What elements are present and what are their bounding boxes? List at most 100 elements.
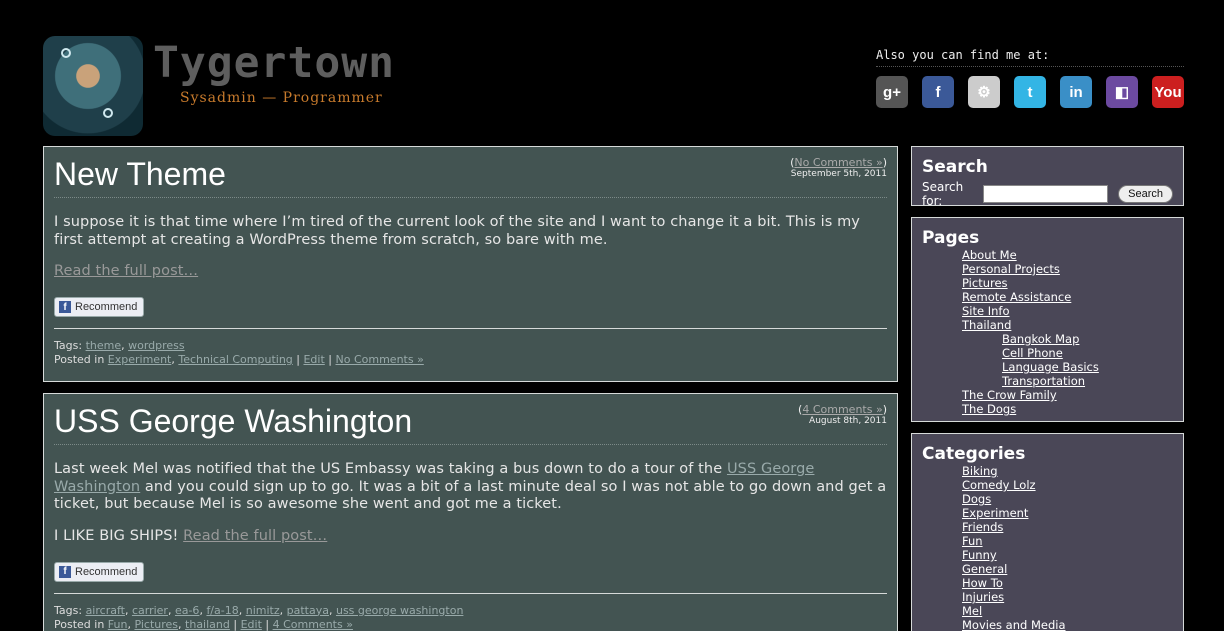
social-links: g+ f ⚙ t in ◧ You — [876, 76, 1184, 108]
taxonomy-link[interactable]: Fun — [108, 618, 128, 631]
taxonomy-link[interactable]: thailand — [185, 618, 230, 631]
list-item: Transportation — [962, 374, 1173, 388]
posted-in-label: Posted in — [54, 353, 105, 366]
post-title[interactable]: USS George Washington — [54, 403, 887, 440]
divider — [54, 197, 887, 198]
page-link[interactable]: Pictures — [962, 276, 1008, 290]
facebook-icon: f — [59, 565, 71, 578]
facebook-icon[interactable]: f — [922, 76, 954, 108]
list-item: Biking — [962, 464, 1173, 478]
taxonomy-link[interactable]: wordpress — [128, 339, 185, 352]
comments-link[interactable]: 4 Comments » — [802, 403, 882, 416]
taxonomy-link[interactable]: nimitz — [246, 604, 280, 617]
posted-in-label: Posted in — [54, 617, 105, 631]
list-item: Injuries — [962, 590, 1173, 604]
search-label: Search for: — [922, 180, 964, 208]
post-title[interactable]: New Theme — [54, 156, 887, 193]
taxonomy-link[interactable]: pattaya — [287, 604, 329, 617]
post-categories: Posted in Experiment, Technical Computin… — [54, 353, 424, 366]
divider — [54, 444, 887, 445]
category-link[interactable]: Biking — [962, 464, 998, 478]
search-input[interactable] — [983, 185, 1109, 203]
list-item: The Dogs — [962, 402, 1173, 416]
post-excerpt: I suppose it is that time where I’m tire… — [54, 214, 887, 281]
taxonomy-link[interactable]: aircraft — [86, 604, 125, 617]
category-link[interactable]: Comedy Lolz — [962, 478, 1036, 492]
page-link[interactable]: The Crow Family — [962, 388, 1057, 402]
page-link[interactable]: Personal Projects — [962, 262, 1060, 276]
search-button[interactable]: Search — [1118, 185, 1173, 203]
site-tagline: Sysadmin — Programmer — [180, 90, 383, 106]
category-link[interactable]: Mel — [962, 604, 982, 618]
pages-list: About Me Personal Projects Pictures Remote … — [922, 248, 1173, 416]
list-item: Movies and Media — [962, 618, 1173, 631]
categories-widget: Categories Biking Comedy Lolz Dogs Experime… — [911, 433, 1184, 631]
taxonomy-link[interactable]: ea-6 — [175, 604, 199, 617]
facebook-recommend-button[interactable]: f Recommend — [54, 297, 145, 317]
edit-link[interactable]: Edit — [241, 618, 262, 631]
divider — [54, 592, 887, 594]
bubble-decoration — [61, 48, 71, 58]
page-link[interactable]: Site Info — [962, 304, 1010, 318]
page-link[interactable]: Cell Phone — [1002, 346, 1063, 360]
comments-link[interactable]: No Comments » — [794, 156, 882, 169]
footer-comments-link[interactable]: 4 Comments » — [273, 618, 353, 631]
edit-link[interactable]: Edit — [303, 353, 324, 366]
pages-widget: Pages About Me Personal Projects Pictures R… — [911, 217, 1184, 422]
linkedin-icon[interactable]: in — [1060, 76, 1092, 108]
widget-title: Pages — [922, 228, 980, 248]
list-item: Funny — [962, 548, 1173, 562]
list-item: Site Info — [962, 304, 1173, 318]
category-link[interactable]: Dogs — [962, 492, 991, 506]
page-link[interactable]: Bangkok Map — [1002, 332, 1079, 346]
post-new-theme: (No Comments ») September 5th, 2011 New … — [43, 146, 898, 382]
list-item: Fun — [962, 534, 1173, 548]
taxonomy-link[interactable]: uss george washington — [336, 604, 463, 617]
site-avatar[interactable] — [43, 36, 143, 136]
post-categories: Posted in Fun, Pictures, thailand | Edit… — [54, 617, 353, 631]
list-item: Pictures — [962, 276, 1173, 290]
picasa-icon[interactable]: ◧ — [1106, 76, 1138, 108]
facebook-recommend-button[interactable]: f Recommend — [54, 561, 145, 582]
taxonomy-link[interactable]: Experiment — [108, 353, 172, 366]
page-link[interactable]: About Me — [962, 248, 1017, 262]
taxonomy-link[interactable]: f/a-18 — [206, 604, 238, 617]
categories-list: Biking Comedy Lolz Dogs Experiment Friends Fu… — [922, 464, 1173, 631]
read-more-link[interactable]: Read the full post… — [54, 263, 198, 279]
taxonomy-link[interactable]: theme — [86, 339, 122, 352]
youtube-icon[interactable]: You — [1152, 76, 1184, 108]
category-link[interactable]: Injuries — [962, 590, 1004, 604]
category-link[interactable]: Fun — [962, 534, 983, 548]
taxonomy-link[interactable]: carrier — [132, 604, 168, 617]
page-link[interactable]: Thailand — [962, 318, 1011, 332]
list-item: How To — [962, 576, 1173, 590]
page-link[interactable]: Remote Assistance — [962, 290, 1071, 304]
category-link[interactable]: Friends — [962, 520, 1003, 534]
body-text: I LIKE BIG SHIPS! — [54, 527, 179, 544]
list-item: Experiment — [962, 506, 1173, 520]
site-title[interactable]: Tygertown — [153, 38, 395, 88]
post-tags: Tags: theme, wordpress — [54, 339, 185, 352]
footer-comments-link[interactable]: No Comments » — [336, 353, 424, 366]
search-widget: Search Search for: Search — [911, 146, 1184, 208]
post-footer: Tags: aircraft, carrier, ea-6, f/a-18, n… — [54, 604, 887, 631]
list-item: Remote Assistance — [962, 290, 1173, 304]
taxonomy-link[interactable]: Pictures — [134, 618, 178, 631]
twitter-icon[interactable]: t — [1014, 76, 1046, 108]
post-date: August 8th, 2011 — [809, 416, 887, 426]
category-link[interactable]: Movies and Media — [962, 618, 1066, 631]
github-icon[interactable]: ⚙ — [968, 76, 1000, 108]
page-link[interactable]: Transportation — [1002, 374, 1085, 388]
read-more-link[interactable]: Read the full post… — [183, 528, 327, 544]
page-link[interactable]: Language Basics — [1002, 360, 1099, 374]
category-link[interactable]: How To — [962, 576, 1003, 590]
list-item: Language Basics — [962, 360, 1173, 374]
category-link[interactable]: Funny — [962, 548, 997, 562]
page-link[interactable]: The Dogs — [962, 402, 1016, 416]
google-plus-icon[interactable]: g+ — [876, 76, 908, 108]
taxonomy-link[interactable]: Technical Computing — [178, 353, 292, 366]
category-link[interactable]: Experiment — [962, 506, 1028, 520]
category-link[interactable]: General — [962, 562, 1007, 576]
list-item: Cell Phone — [962, 346, 1173, 360]
post-meta: (No Comments ») September 5th, 2011 — [790, 156, 887, 179]
